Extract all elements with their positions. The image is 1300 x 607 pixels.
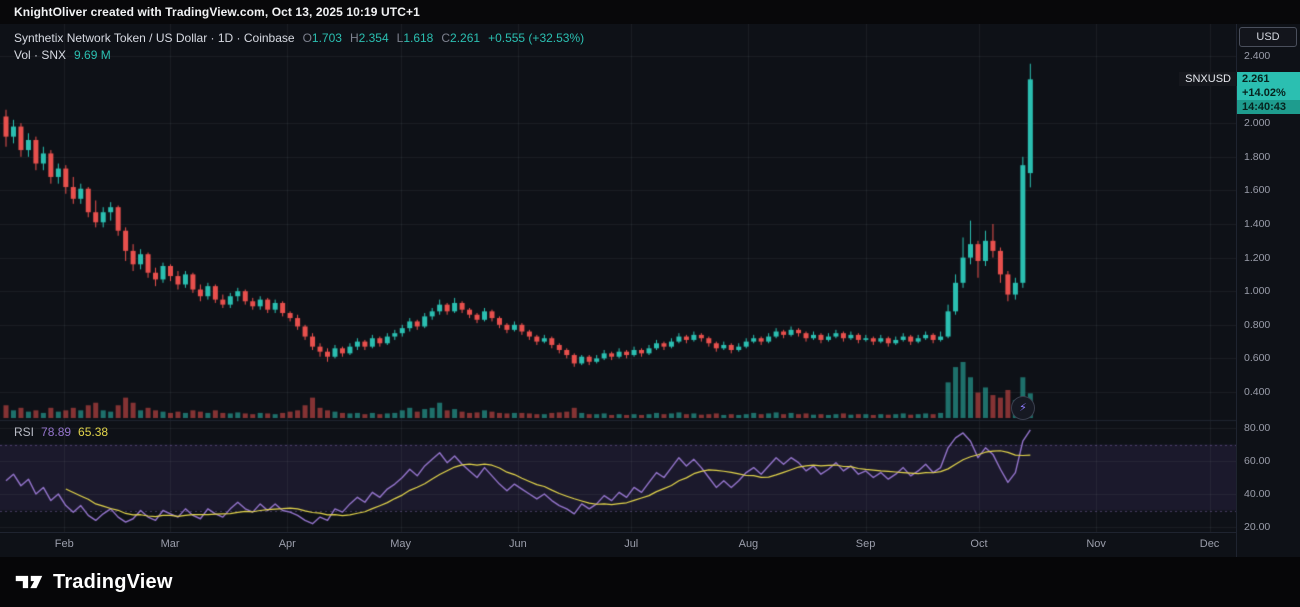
price-tick-label: 0.800 [1244, 319, 1270, 331]
month-label: Dec [1200, 538, 1220, 550]
rsi-value: 78.89 [41, 425, 71, 439]
price-tick-label: 2.400 [1244, 50, 1270, 62]
price-tick-label: 60.00 [1244, 455, 1270, 467]
ohlc-close-label: C [441, 31, 450, 45]
month-label: Jul [624, 538, 638, 550]
price-tick-label: 0.400 [1244, 386, 1270, 398]
price-tick-label: 80.00 [1244, 422, 1270, 434]
lightning-icon: ⚡ [1019, 403, 1027, 414]
price-tick-label: 2.000 [1244, 117, 1270, 129]
attribution-text: KnightOliver created with TradingView.co… [14, 5, 420, 19]
price-tick-label: 40.00 [1244, 488, 1270, 500]
tradingview-logo-icon [14, 570, 44, 594]
brand-bar: TradingView [0, 557, 1300, 607]
price-tick-label: 1.400 [1244, 218, 1270, 230]
badge-price: 2.261 [1237, 72, 1300, 86]
chart-area: Synthetix Network Token / US Dollar · 1D… [0, 24, 1300, 557]
tradingview-chart-screenshot: KnightOliver created with TradingView.co… [0, 0, 1300, 607]
ohlc-high-value: 2.354 [359, 31, 389, 45]
month-label: Feb [55, 538, 74, 550]
price-tick-label: 1.800 [1244, 151, 1270, 163]
price-tick-label: 1.600 [1244, 184, 1270, 196]
time-axis[interactable]: Feb Mar Apr May Jun Jul Aug Sep Oct Nov Dec [0, 532, 1236, 557]
symbol-legend: Synthetix Network Token / US Dollar · 1D… [14, 31, 584, 45]
attribution-bar: KnightOliver created with TradingView.co… [0, 0, 1300, 24]
ohlc-high-label: H [350, 31, 359, 45]
ohlc-open-label: O [303, 31, 312, 45]
volume-value: 9.69 M [74, 48, 111, 62]
ohlc-low-value: 1.618 [403, 31, 433, 45]
badge-symbol: SNXUSD [1179, 72, 1237, 86]
volume-legend: Vol · SNX 9.69 M [14, 48, 111, 62]
month-label: Jun [509, 538, 527, 550]
ohlc-open-value: 1.703 [312, 31, 342, 45]
currency-unit-button[interactable]: USD [1239, 27, 1297, 47]
flash-marker-button[interactable]: ⚡ [1011, 396, 1035, 420]
ohlc-change-value: +0.555 (+32.53%) [488, 31, 584, 45]
badge-change-percent: +14.02% [1237, 86, 1300, 100]
symbol-title[interactable]: Synthetix Network Token / US Dollar · 1D… [14, 31, 295, 45]
price-tick-label: 20.00 [1244, 521, 1270, 533]
month-label: Aug [739, 538, 759, 550]
last-price-badge[interactable]: SNXUSD2.261 +14.02% 14:40:43 [1179, 72, 1300, 114]
price-tick-label: 1.200 [1244, 252, 1270, 264]
price-tick-label: 0.600 [1244, 352, 1270, 364]
rsi-ma-value: 65.38 [78, 425, 108, 439]
month-label: Apr [279, 538, 296, 550]
rsi-legend: RSI 78.89 65.38 [14, 425, 108, 439]
rsi-indicator-label[interactable]: RSI [14, 425, 34, 439]
ohlc-close-value: 2.261 [450, 31, 480, 45]
month-label: Mar [161, 538, 180, 550]
month-label: Oct [970, 538, 987, 550]
badge-countdown: 14:40:43 [1237, 100, 1300, 114]
brand-wordmark: TradingView [53, 571, 173, 594]
month-label: Nov [1086, 538, 1106, 550]
month-label: Sep [856, 538, 876, 550]
price-tick-label: 1.000 [1244, 285, 1270, 297]
tradingview-brand-link[interactable]: TradingView [14, 570, 173, 594]
month-label: May [390, 538, 411, 550]
volume-label[interactable]: Vol · SNX [14, 48, 66, 62]
chart-canvas[interactable] [0, 24, 1236, 532]
